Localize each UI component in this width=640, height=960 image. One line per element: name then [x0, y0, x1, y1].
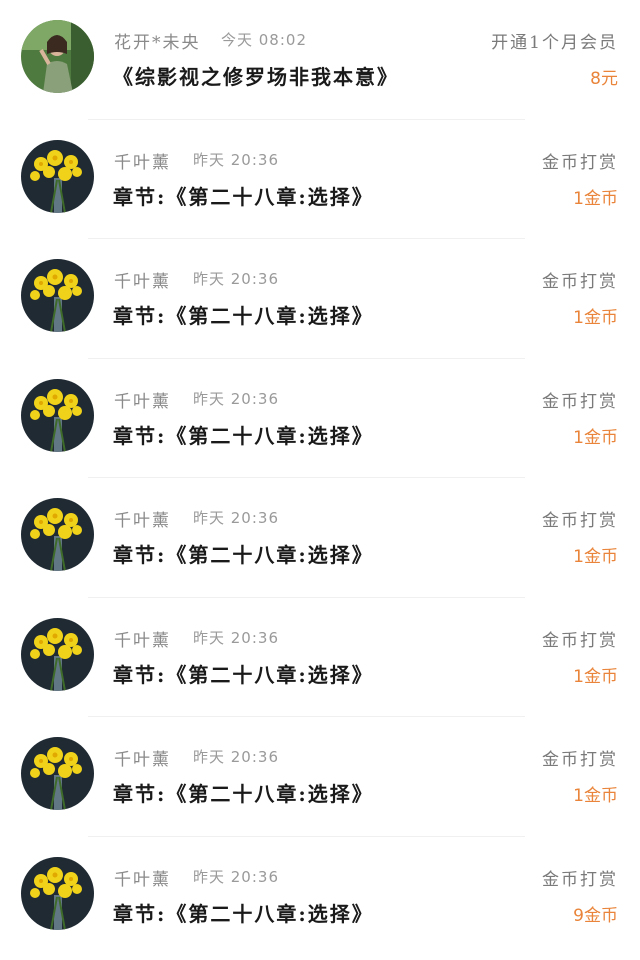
item-title: 章节:《第二十八章:选择》	[113, 423, 374, 448]
item-title: 章节:《第二十八章:选择》	[113, 184, 374, 209]
item-title: 章节:《第二十八章:选择》	[113, 901, 374, 926]
action-label: 金币打赏	[542, 511, 618, 531]
action-label: 金币打赏	[542, 750, 618, 770]
user-name[interactable]: 千叶薰	[114, 745, 171, 770]
list-item[interactable]: 千叶薰 昨天 20:36 章节:《第二十八章:选择》 金币打赏 1金币	[0, 717, 640, 837]
amount-label: 1金币	[573, 427, 618, 448]
timestamp: 昨天 20:36	[193, 509, 279, 527]
amount-label: 1金币	[573, 666, 618, 687]
user-name[interactable]: 千叶薰	[114, 626, 171, 651]
list-item[interactable]: 千叶薰 昨天 20:36 章节:《第二十八章:选择》 金币打赏 1金币	[0, 598, 640, 717]
item-title: 章节:《第二十八章:选择》	[113, 662, 374, 687]
avatar[interactable]	[21, 737, 94, 810]
user-name[interactable]: 千叶薰	[114, 506, 171, 531]
list-item[interactable]: 千叶薰 昨天 20:36 章节:《第二十八章:选择》 金币打赏 1金币	[0, 359, 640, 478]
user-name[interactable]: 千叶薰	[114, 267, 171, 292]
timestamp: 昨天 20:36	[193, 150, 279, 169]
timestamp: 昨天 20:36	[193, 628, 279, 647]
user-name[interactable]: 千叶薰	[114, 148, 171, 173]
action-label: 金币打赏	[542, 272, 618, 292]
item-title: 章节:《第二十八章:选择》	[113, 782, 374, 806]
timestamp: 今天 08:02	[221, 31, 307, 49]
avatar[interactable]	[21, 498, 94, 571]
avatar[interactable]	[21, 617, 94, 691]
list-item[interactable]: 千叶薰 昨天 20:36 章节:《第二十八章:选择》 金币打赏 9金币	[0, 837, 640, 957]
timestamp: 昨天 20:36	[193, 270, 279, 288]
amount-label: 1金币	[573, 308, 618, 328]
reward-list: 花开*未央 今天 08:02 《综影视之修罗场非我本意》 开通1个月会员 8元 …	[0, 0, 640, 960]
amount-label: 1金币	[573, 188, 618, 209]
timestamp: 昨天 20:36	[193, 867, 279, 886]
timestamp: 昨天 20:36	[193, 389, 279, 408]
avatar[interactable]	[21, 259, 94, 332]
avatar[interactable]	[21, 20, 94, 93]
user-name[interactable]: 千叶薰	[114, 387, 171, 412]
action-label: 金币打赏	[542, 391, 618, 412]
item-title: 《综影视之修罗场非我本意》	[113, 65, 399, 89]
action-label: 金币打赏	[542, 152, 618, 173]
user-name[interactable]: 花开*未央	[114, 28, 201, 53]
timestamp: 昨天 20:36	[193, 748, 279, 766]
amount-label: 9金币	[573, 905, 618, 926]
list-item[interactable]: 千叶薰 昨天 20:36 章节:《第二十八章:选择》 金币打赏 1金币	[0, 239, 640, 359]
item-title: 章节:《第二十八章:选择》	[113, 543, 374, 567]
amount-label: 1金币	[573, 786, 618, 806]
list-item[interactable]: 千叶薰 昨天 20:36 章节:《第二十八章:选择》 金币打赏 1金币	[0, 478, 640, 598]
action-label: 金币打赏	[542, 630, 618, 651]
amount-label: 8元	[590, 69, 618, 89]
item-title: 章节:《第二十八章:选择》	[113, 304, 374, 328]
avatar[interactable]	[21, 378, 94, 452]
amount-label: 1金币	[573, 547, 618, 567]
avatar[interactable]	[21, 856, 94, 930]
avatar[interactable]	[21, 139, 94, 213]
list-item[interactable]: 千叶薰 昨天 20:36 章节:《第二十八章:选择》 金币打赏 1金币	[0, 120, 640, 239]
list-item[interactable]: 花开*未央 今天 08:02 《综影视之修罗场非我本意》 开通1个月会员 8元	[0, 0, 640, 120]
user-name[interactable]: 千叶薰	[114, 865, 171, 890]
action-label: 金币打赏	[542, 869, 618, 890]
action-label: 开通1个月会员	[491, 33, 618, 53]
